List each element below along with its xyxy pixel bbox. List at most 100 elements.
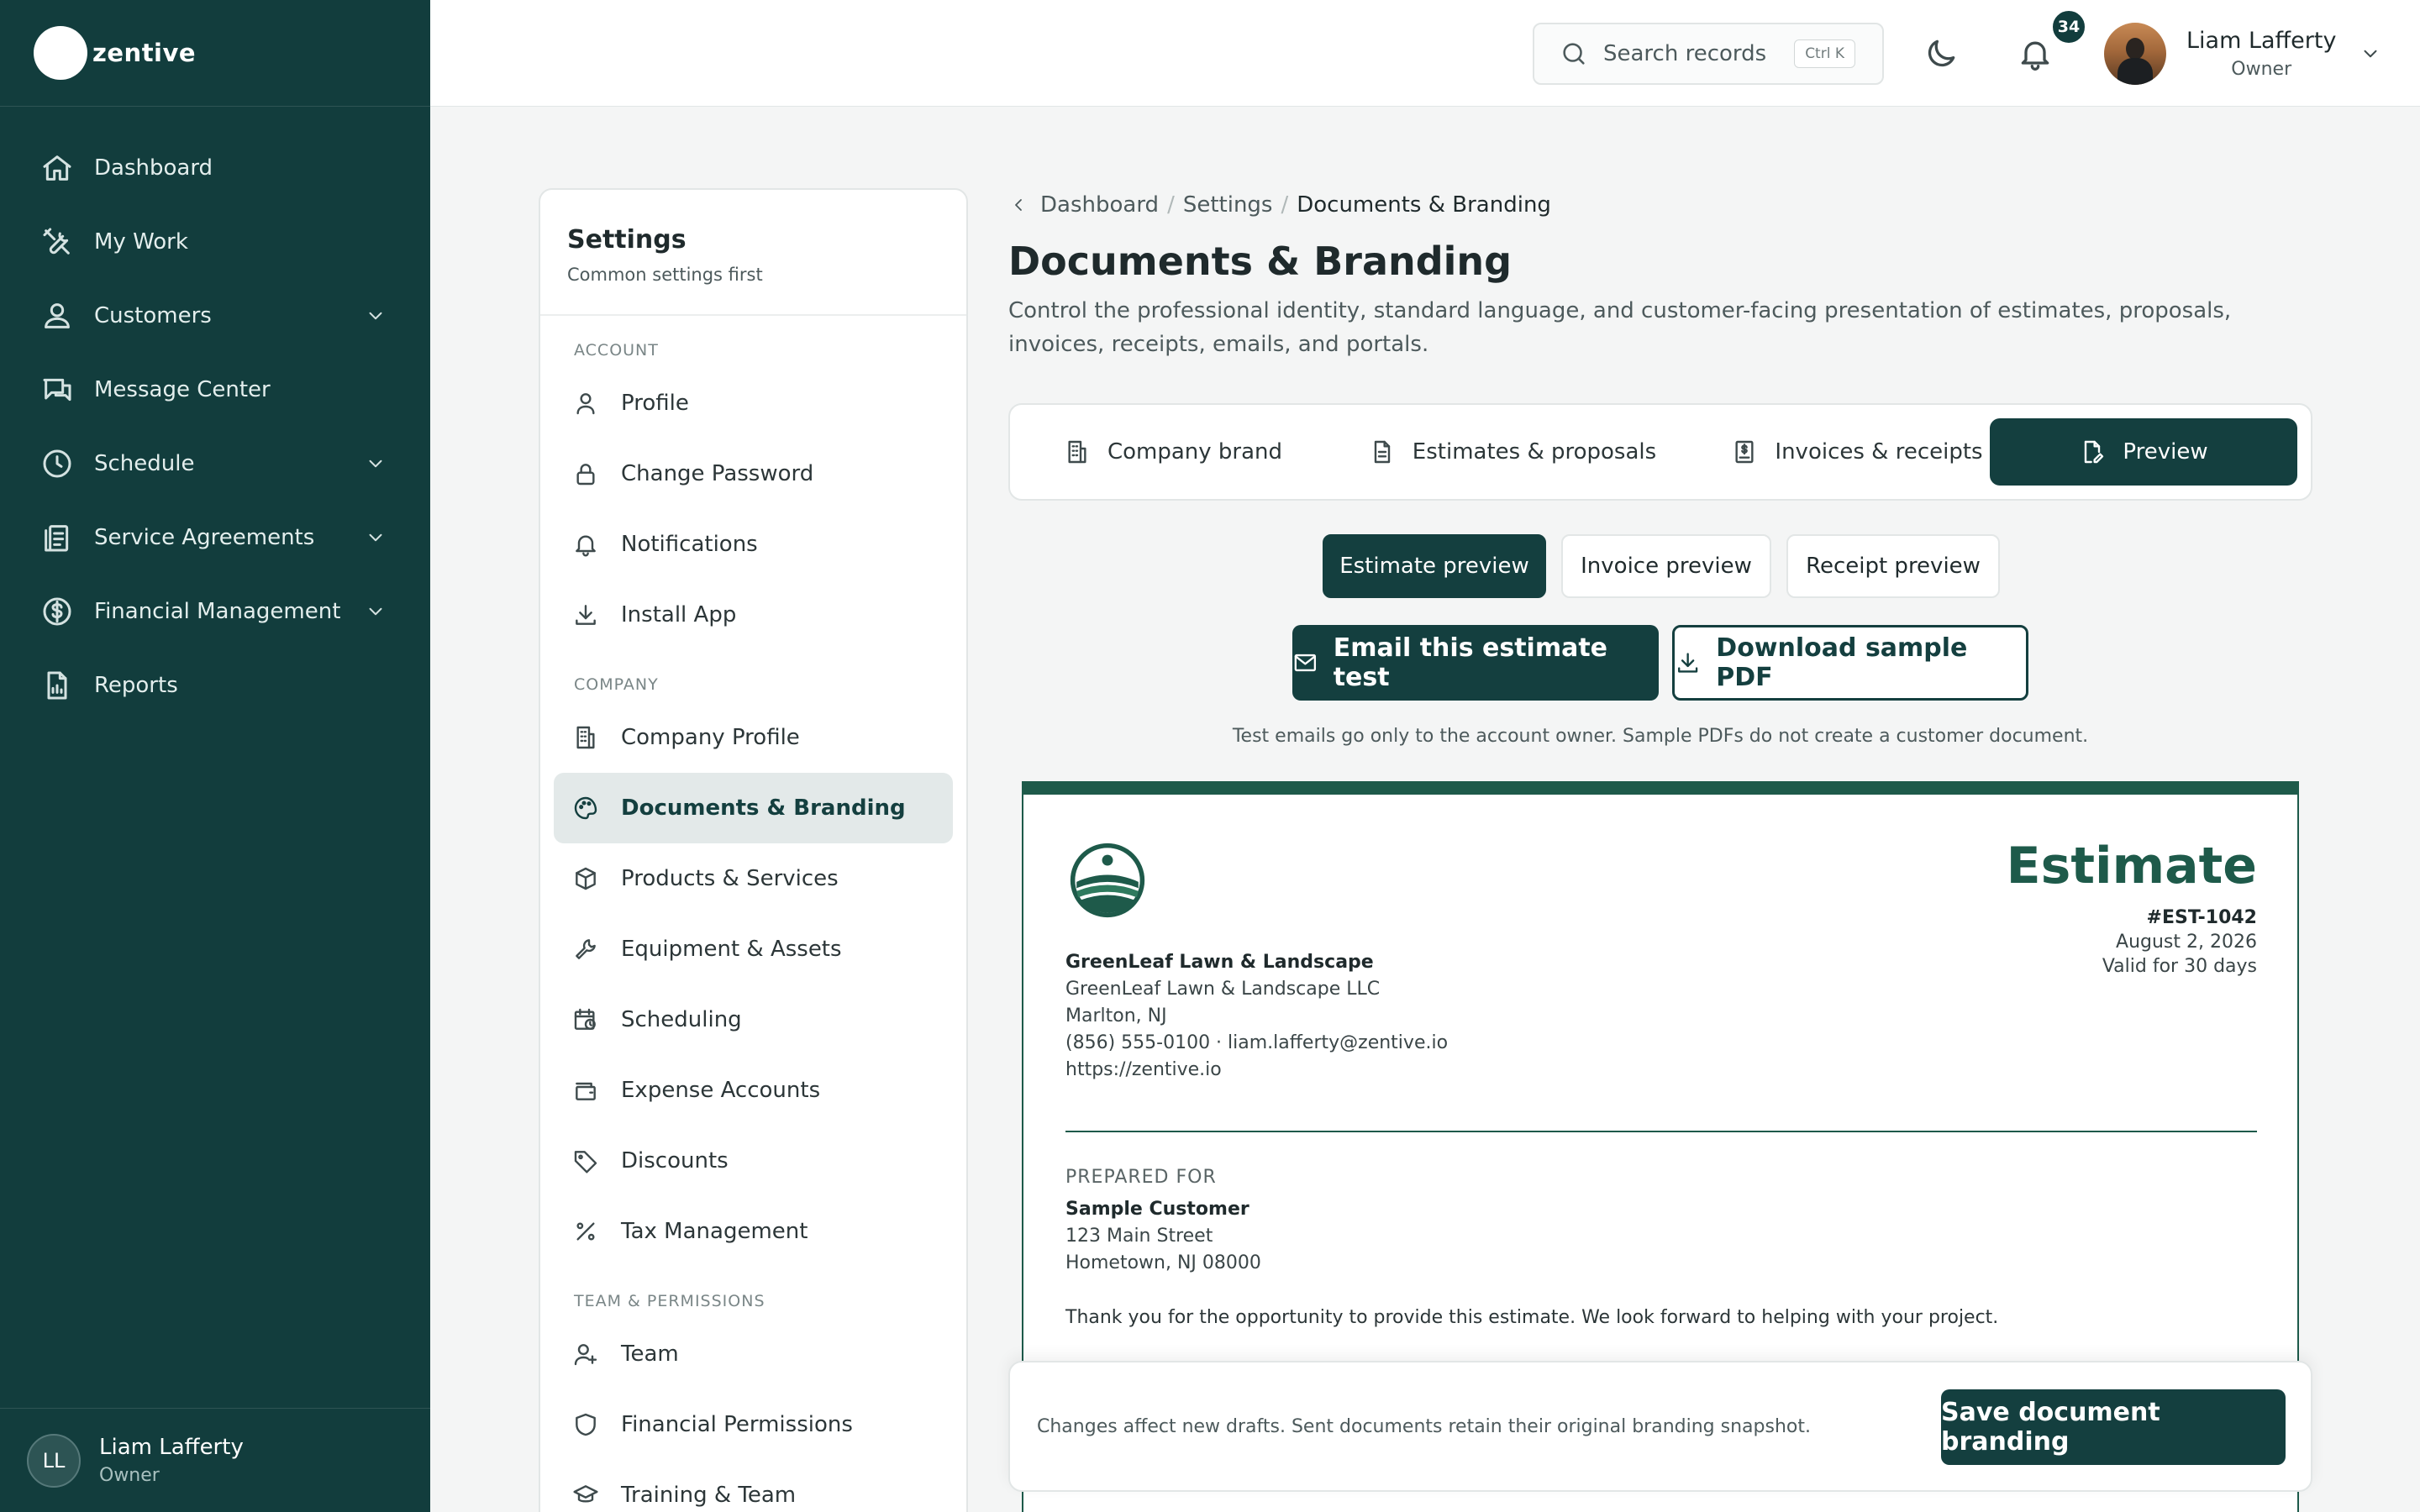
tag-icon <box>574 1151 597 1173</box>
breadcrumb-settings[interactable]: Settings <box>1183 192 1273 218</box>
search-placeholder: Search records <box>1603 41 1767 66</box>
brand-logo[interactable]: zentive <box>34 25 196 81</box>
settings-item-equipment-assets[interactable]: Equipment & Assets <box>554 914 953 984</box>
receipt-preview-tab[interactable]: Receipt preview <box>1786 534 2000 598</box>
sidebar-item-my-work[interactable]: My Work <box>0 205 430 279</box>
business-contact: (856) 555-0100 · liam.lafferty@zentive.i… <box>1065 1032 1449 1053</box>
sidebar-item-label: Reports <box>94 673 178 698</box>
business-legal-name: GreenLeaf Lawn & Landscape LLC <box>1065 979 1381 1000</box>
settings-item-label: Training & Team <box>621 1483 797 1508</box>
document-divider <box>1065 1131 2257 1132</box>
chevron-down-icon <box>369 607 382 616</box>
page-description: Control the professional identity, stand… <box>1008 298 2232 357</box>
user-info: Liam Lafferty Owner <box>2186 28 2336 80</box>
settings-item-team[interactable]: Team <box>554 1319 953 1389</box>
wallet-icon <box>576 1082 596 1100</box>
sidebar-divider <box>0 106 430 107</box>
settings-item-products-services[interactable]: Products & Services <box>554 843 953 914</box>
tab-estimates-proposals[interactable]: Estimates & proposals <box>1355 418 1670 486</box>
report-icon <box>47 671 67 700</box>
customer-city: Hometown, NJ 08000 <box>1065 1252 1261 1273</box>
settings-item-discounts[interactable]: Discounts <box>554 1126 953 1196</box>
document-number: #EST-1042 <box>2146 907 2257 928</box>
avatar <box>2104 23 2166 85</box>
settings-item-tax-management[interactable]: Tax Management <box>554 1196 953 1267</box>
sidebar-item-label: Financial Management <box>94 599 341 624</box>
download-pdf-button[interactable]: Download sample PDF <box>1672 625 2028 701</box>
breadcrumb-separator: / <box>1281 192 1289 218</box>
percent-icon <box>576 1222 595 1241</box>
document-meta: Estimate #EST-1042 August 2, 2026 Valid … <box>2007 837 2257 977</box>
sidebar-user[interactable]: LL Liam Lafferty Owner <box>0 1408 430 1512</box>
notification-badge: 34 <box>2050 8 2087 45</box>
settings-item-training-team[interactable]: Training & Team <box>554 1460 953 1512</box>
settings-item-label: Notifications <box>621 532 758 557</box>
user-role: Owner <box>2231 59 2292 80</box>
chevron-left-icon[interactable] <box>1008 195 1028 215</box>
settings-item-install-app[interactable]: Install App <box>554 580 953 650</box>
settings-item-label: Profile <box>621 391 689 416</box>
settings-item-label: Expense Accounts <box>621 1078 821 1103</box>
chevron-down-icon <box>369 459 382 468</box>
settings-subtitle: Common settings first <box>567 265 763 285</box>
settings-item-scheduling[interactable]: Scheduling <box>554 984 953 1055</box>
sidebar-item-dashboard[interactable]: Dashboard <box>0 131 430 205</box>
sidebar-item-reports[interactable]: Reports <box>0 648 430 722</box>
sidebar-item-financial-management[interactable]: Financial Management <box>0 575 430 648</box>
sidebar-nav: Dashboard My Work Customers Message Cent… <box>0 131 430 722</box>
save-bar: Changes affect new drafts. Sent document… <box>1008 1361 2312 1492</box>
settings-item-label: Equipment & Assets <box>621 937 842 962</box>
chevron-down-icon <box>2364 50 2377 58</box>
sidebar-item-schedule[interactable]: Schedule <box>0 427 430 501</box>
search-icon <box>1563 43 1585 65</box>
user-plus-icon <box>574 1344 597 1366</box>
invoice-icon <box>1735 440 1754 464</box>
save-document-branding-button[interactable]: Save document branding <box>1941 1389 2286 1465</box>
settings-item-company-profile[interactable]: Company Profile <box>554 702 953 773</box>
tab-invoices-receipts[interactable]: Invoices & receipts <box>1714 418 2000 486</box>
tab-company-brand[interactable]: Company brand <box>1044 418 1302 486</box>
calendar-clock-icon <box>574 1008 596 1030</box>
settings-item-financial-permissions[interactable]: Financial Permissions <box>554 1389 953 1460</box>
user-menu[interactable]: Liam Lafferty Owner <box>2104 22 2381 86</box>
sidebar-item-customers[interactable]: Customers <box>0 279 430 353</box>
avatar: LL <box>27 1433 81 1488</box>
settings-panel: Settings Common settings first ACCOUNT P… <box>539 188 968 1512</box>
settings-item-change-password[interactable]: Change Password <box>554 438 953 509</box>
settings-item-documents-branding[interactable]: Documents & Branding <box>554 773 953 843</box>
document-icon <box>1374 440 1390 464</box>
estimate-preview-tab[interactable]: Estimate preview <box>1323 534 1546 598</box>
breadcrumb-dashboard[interactable]: Dashboard <box>1040 192 1159 218</box>
settings-item-profile[interactable]: Profile <box>554 368 953 438</box>
settings-item-notifications[interactable]: Notifications <box>554 509 953 580</box>
settings-item-label: Company Profile <box>621 725 800 750</box>
section-label-company: COMPANY <box>574 675 659 694</box>
search-input[interactable]: Search records Ctrl K <box>1533 23 1884 85</box>
tab-preview[interactable]: Preview <box>1990 418 2297 486</box>
email-test-button[interactable]: Email this estimate test <box>1292 625 1659 701</box>
settings-header: Settings Common settings first <box>540 190 966 316</box>
download-pdf-label: Download sample PDF <box>1716 633 1968 692</box>
invoice-preview-tab[interactable]: Invoice preview <box>1561 534 1771 598</box>
customer-name: Sample Customer <box>1065 1199 1249 1220</box>
tab-bar: Company brand Estimates & proposals Invo… <box>1008 403 2312 501</box>
user-icon <box>576 393 595 415</box>
graduation-cap-icon <box>573 1485 598 1503</box>
settings-item-expense-accounts[interactable]: Expense Accounts <box>554 1055 953 1126</box>
settings-item-label: Team <box>621 1341 679 1367</box>
moon-icon[interactable] <box>1923 35 1960 72</box>
sidebar-item-service-agreements[interactable]: Service Agreements <box>0 501 430 575</box>
main-content: Dashboard / Settings / Documents & Brand… <box>1008 188 2312 1512</box>
settings-item-label: Change Password <box>621 461 814 486</box>
palette-icon <box>574 796 597 820</box>
bell-icon[interactable] <box>2017 35 2054 72</box>
business-location: Marlton, NJ <box>1065 1005 1167 1026</box>
breadcrumb: Dashboard / Settings / Documents & Brand… <box>1008 188 2312 222</box>
chevron-down-icon <box>369 533 382 542</box>
tab-label: Company brand <box>1107 439 1283 465</box>
business-info: GreenLeaf Lawn & Landscape GreenLeaf Law… <box>1065 949 1448 1084</box>
download-icon <box>576 605 596 625</box>
settings-title: Settings <box>567 225 687 255</box>
chevron-down-icon <box>369 312 382 320</box>
sidebar-item-message-center[interactable]: Message Center <box>0 353 430 427</box>
